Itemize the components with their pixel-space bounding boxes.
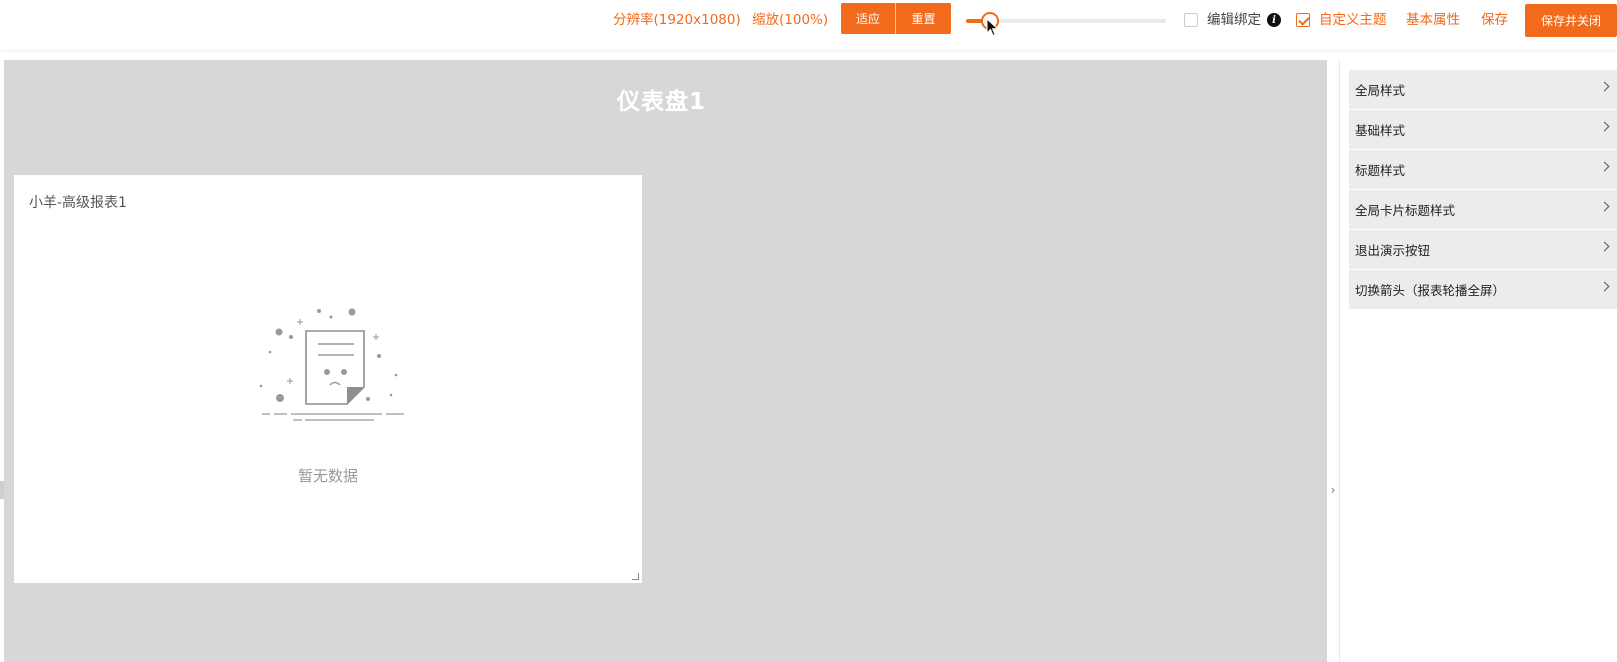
empty-state-text: 暂无数据 xyxy=(297,467,358,485)
style-settings-panel: 全局样式 基础样式 标题样式 全局卡片标题样式 退出演示按钮 切换箭头（报表轮播… xyxy=(1339,60,1617,662)
dashboard-title[interactable]: 仪表盘1 xyxy=(617,82,706,116)
resolution-link[interactable]: 分辨率(1920x1080) xyxy=(613,12,741,28)
chevron-right-icon xyxy=(1599,241,1610,252)
panel-item-label: 切换箭头（报表轮播全屏） xyxy=(1355,283,1506,298)
dashboard-title-wrap: 仪表盘1 xyxy=(4,82,1327,116)
resize-handle[interactable] xyxy=(632,573,639,580)
panel-item-label: 全局卡片标题样式 xyxy=(1355,203,1456,218)
panel-item-card-title-style[interactable]: 全局卡片标题样式 xyxy=(1349,190,1617,229)
edit-binding-label: 编辑绑定 xyxy=(1207,12,1261,28)
basic-properties-link[interactable]: 基本属性 xyxy=(1406,12,1460,28)
fit-button[interactable]: 适应 xyxy=(841,3,896,34)
save-link[interactable]: 保存 xyxy=(1481,12,1508,28)
edit-binding-checkbox[interactable] xyxy=(1184,13,1198,27)
report-card[interactable]: 小羊-高级报表1 暂无数据 xyxy=(14,175,642,583)
panel-item-switch-arrow[interactable]: 切换箭头（报表轮播全屏） xyxy=(1349,270,1617,309)
chevron-right-icon xyxy=(1599,161,1610,172)
reset-button[interactable]: 重置 xyxy=(896,3,951,34)
top-toolbar: 分辨率(1920x1080) 缩放(100%) 适应 重置 编辑绑定 i 自定义… xyxy=(0,0,1617,50)
left-collapse-handle[interactable] xyxy=(0,481,4,499)
chevron-right-icon xyxy=(1599,121,1610,132)
chevron-right-icon xyxy=(1599,281,1610,292)
panel-item-title-style[interactable]: 标题样式 xyxy=(1349,150,1617,189)
chevron-right-icon xyxy=(1599,201,1610,212)
mouse-cursor-icon xyxy=(986,18,999,37)
custom-theme-label[interactable]: 自定义主题 xyxy=(1319,12,1387,28)
panel-item-label: 标题样式 xyxy=(1355,163,1406,178)
panel-item-global-style[interactable]: 全局样式 xyxy=(1349,70,1617,109)
panel-item-label: 退出演示按钮 xyxy=(1355,243,1431,258)
panel-item-exit-button[interactable]: 退出演示按钮 xyxy=(1349,230,1617,269)
card-title: 小羊-高级报表1 xyxy=(29,195,127,211)
zoom-button-group: 适应 重置 xyxy=(841,3,951,34)
panel-item-basic-style[interactable]: 基础样式 xyxy=(1349,110,1617,149)
save-and-close-button[interactable]: 保存并关闭 xyxy=(1525,4,1617,37)
custom-theme-checkbox[interactable] xyxy=(1296,13,1310,27)
panel-item-label: 基础样式 xyxy=(1355,123,1406,138)
zoom-link[interactable]: 缩放(100%) xyxy=(752,12,828,28)
panel-toggle-chevron-icon[interactable]: › xyxy=(1327,481,1339,499)
info-icon[interactable]: i xyxy=(1267,13,1281,27)
chevron-right-icon xyxy=(1599,81,1610,92)
empty-document-icon xyxy=(259,308,404,421)
panel-item-label: 全局样式 xyxy=(1355,83,1406,98)
dashboard-canvas: 仪表盘1 小羊-高级报表1 暂无数据 xyxy=(4,60,1327,662)
